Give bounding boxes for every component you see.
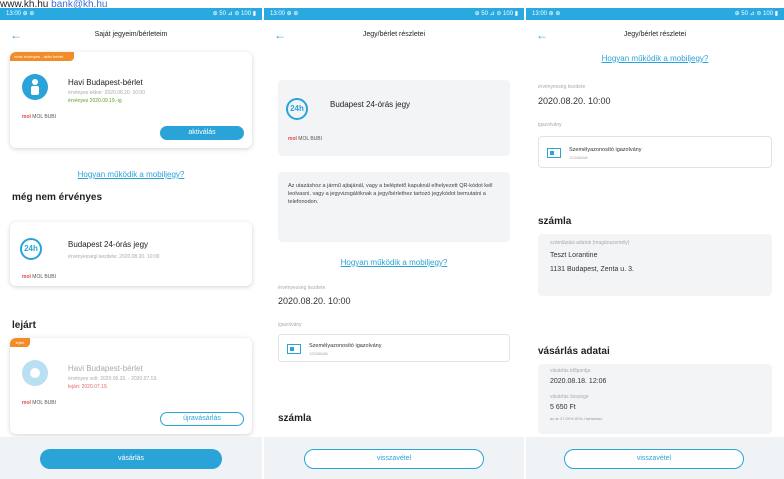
id-card-icon [287, 344, 301, 354]
qr-info-panel: Az utazáshoz a jármű ajtajánál, vagy a b… [278, 172, 510, 242]
buy-button[interactable]: vásárlás [40, 449, 222, 469]
active-pass-name: Havi Budapest-bérlet [68, 78, 143, 87]
how-it-works-link[interactable]: Hogyan működik a mobiljegy? [264, 258, 524, 267]
back-button[interactable]: visszavétel [304, 449, 484, 469]
ticket-24h-sub: érvényességi kezdete: 2020.08.20. 10:00 [68, 254, 160, 260]
status-bar: 13:00 ⊕ ⊕ ⊕ 50 ⊿ ⊜ 100 ▮ [526, 8, 784, 20]
header: ← Saját jegyeim/bérleteim [0, 20, 262, 50]
ticket-24h-card[interactable]: 24h Budapest 24-órás jegy érvényességi k… [10, 222, 252, 286]
header: ← Jegy/bérlet részletei [264, 20, 524, 50]
status-right: ⊕ 50 ⊿ ⊜ 100 ▮ [212, 11, 256, 17]
id-card-box: Személyazonosító igazolvány 123456AB [538, 136, 772, 168]
screen-my-tickets: 13:00 ⊕ ⊕ ⊕ 50 ⊿ ⊜ 100 ▮ ← Saját jegyeim… [0, 8, 262, 479]
purchase-time-label: vásárlás időpontja [550, 368, 591, 374]
24h-icon: 24h [286, 98, 308, 120]
id-name: Személyazonosító igazolvány [569, 147, 642, 153]
purchase-amount-label: vásárlás összege [550, 394, 589, 400]
page-title: Jegy/bérlet részletei [362, 31, 426, 38]
page-title: Saját jegyeim/bérleteim [94, 31, 168, 38]
bottom-bar: visszavétel [526, 437, 784, 479]
back-arrow-icon[interactable]: ← [274, 20, 286, 50]
status-left: 13:00 ⊕ ⊕ [270, 11, 299, 17]
24h-icon: 24h [20, 238, 42, 260]
purchase-time: 2020.08.18. 12:06 [550, 378, 607, 385]
bottom-bar: visszavétel [264, 437, 524, 479]
mol-bubi-logo-icon: mol MOL BUBI [22, 274, 56, 280]
site-url: www.kh.hu [0, 0, 49, 8]
back-button[interactable]: visszavétel [564, 449, 744, 469]
expired-pass-card[interactable]: lejárt Havi Budapest-bérlet érvényes vol… [10, 338, 252, 434]
page-title: Jegy/bérlet részletei [623, 31, 687, 38]
expired-section-title: lejárt [12, 320, 36, 331]
header: ← Jegy/bérlet részletei [526, 20, 784, 50]
validity-label: érvényesség kezdete [538, 84, 586, 90]
id-label: igazolvány [538, 122, 562, 128]
status-right: ⊕ 50 ⊿ ⊜ 100 ▮ [474, 11, 518, 17]
screen-ticket-details: 13:00 ⊕ ⊕ ⊕ 50 ⊿ ⊜ 100 ▮ ← Jegy/bérlet r… [264, 8, 524, 479]
id-name: Személyazonosító igazolvány [309, 343, 382, 349]
purchase-vat: az ár 27,00% ÁFA-t tartalmaz [550, 416, 603, 421]
browser-topline: www.kh.hu bank@kh.hu [0, 0, 784, 8]
ticket-summary-panel: 24h Budapest 24-órás jegy mol MOL BUBI [278, 80, 510, 156]
invoice-section-title: számla [278, 413, 312, 424]
ticket-name: Budapest 24-órás jegy [330, 100, 411, 109]
qr-info-text: Az utazáshoz a jármű ajtajánál, vagy a b… [288, 183, 493, 205]
id-number: 123456AB [309, 351, 328, 356]
expired-pass-name: Havi Budapest-bérlet [68, 364, 143, 373]
back-arrow-icon[interactable]: ← [536, 20, 548, 50]
status-left: 13:00 ⊕ ⊕ [532, 11, 561, 17]
back-arrow-icon[interactable]: ← [10, 20, 22, 50]
status-left: 13:00 ⊕ ⊕ [6, 11, 35, 17]
how-it-works-link[interactable]: Hogyan működik a mobiljegy? [0, 170, 262, 179]
active-pass-card[interactable]: most érvényes - aktív bérlet Havi Budape… [10, 52, 252, 148]
invoice-panel: számlázási adatok (magánszemély) Teszt L… [538, 234, 772, 296]
invoice-name: Teszt Lorantine [550, 252, 598, 259]
id-number: 123456AB [569, 155, 588, 160]
active-badge: most érvényes - aktív bérlet [10, 52, 74, 61]
renew-button[interactable]: újravásárlás [160, 412, 244, 426]
validity-label: érvényesség kezdete [278, 285, 326, 291]
purchase-panel: vásárlás időpontja 2020.08.18. 12:06 vás… [538, 364, 772, 434]
id-label: igazolvány [278, 322, 302, 328]
validity-value: 2020.08.20. 10:00 [538, 96, 611, 106]
purchase-section-title: vásárlás adatai [538, 346, 610, 357]
invoice-address: 1131 Budapest, Zenta u. 3. [550, 266, 634, 273]
status-right: ⊕ 50 ⊿ ⊜ 100 ▮ [734, 11, 778, 17]
active-pass-sub: érvényes ekkor: 2020.08.20. 10:00 [68, 90, 145, 96]
mol-bubi-logo-icon: mol MOL BUBI [22, 400, 56, 406]
status-bar: 13:00 ⊕ ⊕ ⊕ 50 ⊿ ⊜ 100 ▮ [0, 8, 262, 20]
how-it-works-link[interactable]: Hogyan működik a mobiljegy? [526, 54, 784, 63]
status-bar: 13:00 ⊕ ⊕ ⊕ 50 ⊿ ⊜ 100 ▮ [264, 8, 524, 20]
id-card-icon [547, 148, 561, 158]
person-icon [22, 74, 48, 100]
expired-pass-sub: érvényes volt: 2020.06.20. - 2020.07.19. [68, 376, 158, 382]
invoice-label: számlázási adatok (magánszemély) [550, 240, 630, 246]
id-card-box: Személyazonosító igazolvány 123456AB [278, 334, 510, 362]
mol-bubi-logo-icon: mol MOL BUBI [22, 114, 56, 120]
mol-bubi-logo-icon: mol MOL BUBI [288, 136, 322, 142]
active-pass-validity: érvényes 2020.09.19.-ig [68, 98, 122, 104]
purchase-amount: 5 650 Ft [550, 404, 576, 411]
screen-ticket-details-scrolled: 13:00 ⊕ ⊕ ⊕ 50 ⊿ ⊜ 100 ▮ ← Jegy/bérlet r… [526, 8, 784, 479]
activate-button[interactable]: aktiválás [160, 126, 244, 140]
bottom-bar: vásárlás [0, 437, 262, 479]
ticket-24h-name: Budapest 24-órás jegy [68, 240, 149, 249]
email-link[interactable]: bank@kh.hu [51, 0, 107, 8]
expired-pass-date: lejárt: 2020.07.19. [68, 384, 109, 390]
expired-badge: lejárt [10, 338, 30, 347]
not-valid-section-title: még nem érvényes [12, 192, 103, 203]
invoice-section-title: számla [538, 216, 572, 227]
validity-value: 2020.08.20. 10:00 [278, 296, 351, 306]
person-icon [22, 360, 48, 386]
